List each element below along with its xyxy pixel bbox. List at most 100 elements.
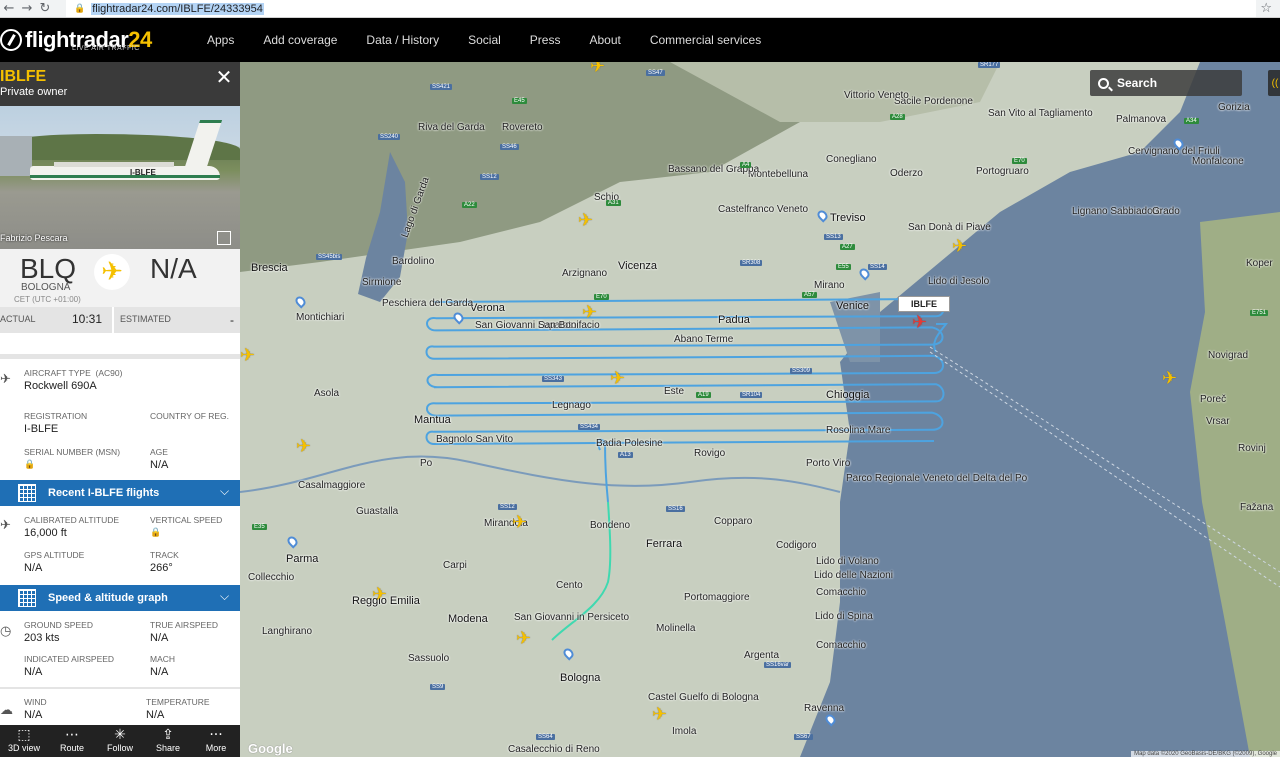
place-label: Chioggia xyxy=(826,389,870,401)
place-label: Rovereto xyxy=(502,122,543,133)
place-label: Gorizia xyxy=(1218,102,1250,113)
url-text[interactable]: flightradar24.com/IBLFE/24333954 xyxy=(91,2,264,15)
address-bar[interactable]: 🔒 flightradar24.com/IBLFE/24333954 xyxy=(66,0,1256,17)
road-shield: SS9 xyxy=(430,684,446,690)
place-label: Padua xyxy=(718,314,750,326)
road-shield: E751 xyxy=(1250,310,1269,316)
aircraft-icon[interactable]: ✈ xyxy=(578,212,593,230)
speed-altitude-graph-title: Speed & altitude graph xyxy=(48,592,168,604)
origin-code[interactable]: BLQ xyxy=(20,253,76,285)
back-icon[interactable]: ← xyxy=(0,0,18,18)
nav-commercial-services[interactable]: Commercial services xyxy=(650,33,761,47)
road-shield: A27 xyxy=(840,244,855,250)
place-label: Argenta xyxy=(744,650,780,661)
radar-icon[interactable]: (( xyxy=(1268,70,1280,96)
nav-apps[interactable]: Apps xyxy=(207,33,234,47)
road-shield: SS16var xyxy=(764,662,792,668)
road-shield: A34 xyxy=(1184,118,1199,124)
3d-view-button[interactable]: ⬚ 3D view xyxy=(0,725,48,757)
road-shield: A31 xyxy=(606,200,621,206)
nav-social[interactable]: Social xyxy=(468,33,501,47)
origin-name: BOLOGNA xyxy=(21,282,71,293)
altitude-side-icon: ✈ xyxy=(0,518,11,533)
share-button[interactable]: ⇪ Share xyxy=(144,725,192,757)
place-label: Lido di Jesolo xyxy=(928,276,990,287)
speed-altitude-graph-section[interactable]: Speed & altitude graph ⌵ xyxy=(0,585,240,611)
panel-header: IBLFE Private owner ✕ xyxy=(0,62,240,106)
aircraft-icon[interactable]: ✈ xyxy=(1162,370,1177,388)
map[interactable]: Verona Vicenza Padua Venice Treviso Bolo… xyxy=(240,62,1280,757)
road-shield: E35 xyxy=(252,524,267,530)
place-label: Riva del Garda xyxy=(418,122,485,133)
place-label: Vicenza xyxy=(618,260,657,272)
recent-flights-section[interactable]: Recent I-BLFE flights ⌵ xyxy=(0,480,240,506)
flight-label-tag[interactable]: IBLFE xyxy=(898,296,950,312)
divider xyxy=(0,354,240,359)
road-shield: SR308 xyxy=(740,260,763,266)
lock-icon: 🔒 xyxy=(74,3,86,13)
aircraft-icon[interactable]: ✈ xyxy=(516,630,531,648)
road-shield: SS421 xyxy=(430,84,453,90)
route-summary: BLQ BOLOGNA CET (UTC +01:00) ✈ N/A xyxy=(0,249,240,307)
aircraft-icon[interactable]: ✈ xyxy=(582,304,597,322)
calibrated-altitude-label: CALIBRATED ALTITUDE xyxy=(24,515,120,525)
follow-button[interactable]: ✳ Follow xyxy=(96,725,144,757)
aircraft-icon[interactable]: ✈ xyxy=(652,706,667,724)
road-shield: SS64 xyxy=(536,734,555,740)
calendar-icon xyxy=(18,484,36,502)
speed-side-icon: ◷ xyxy=(0,624,12,639)
nav-press[interactable]: Press xyxy=(530,33,561,47)
place-label: Molinella xyxy=(656,623,696,634)
place-label: Peschiera del Garda xyxy=(382,298,474,309)
place-label: Novigrad xyxy=(1208,350,1249,361)
gps-altitude-label: GPS ALTITUDE xyxy=(24,550,85,560)
aircraft-icon[interactable]: ✈ xyxy=(610,370,625,388)
road-shield: A19 xyxy=(696,392,711,398)
lock-icon[interactable]: 🔒 xyxy=(150,527,161,538)
route-button[interactable]: ⋯ Route xyxy=(48,725,96,757)
place-label: Pordenone xyxy=(924,96,973,107)
nav-data-history[interactable]: Data / History xyxy=(366,33,439,47)
lock-icon[interactable]: 🔒 xyxy=(24,459,35,470)
aircraft-icon[interactable]: ✈ xyxy=(296,438,311,456)
aircraft-info-panel: IBLFE Private owner ✕ I-BLFE Fabrizio Pe… xyxy=(0,62,240,757)
place-label: Ravenna xyxy=(804,703,845,714)
map-attribution[interactable]: Map data ©2020 GeoBasis-DE/BKG (©2009), … xyxy=(1131,751,1280,757)
search-icon xyxy=(1098,77,1109,89)
place-label: Comacchio xyxy=(816,640,867,651)
aircraft-icon[interactable]: ✈ xyxy=(512,514,527,532)
logo[interactable]: flightradar24 xyxy=(0,22,152,58)
road-shield: E55 xyxy=(836,264,851,270)
registration-value: I-BLFE xyxy=(24,423,59,435)
bookmark-star-icon[interactable]: ☆ xyxy=(1260,1,1272,16)
photo-credit[interactable]: Fabrizio Pescara xyxy=(0,233,68,243)
aircraft-photo[interactable]: I-BLFE Fabrizio Pescara xyxy=(0,106,240,249)
place-label: Castelfranco Veneto xyxy=(718,204,809,215)
place-label: Carpi xyxy=(443,560,467,571)
road-shield: SS13 xyxy=(824,234,843,240)
nav-add-coverage[interactable]: Add coverage xyxy=(263,33,337,47)
road-shield: E45 xyxy=(512,98,527,104)
place-label: Abano Terme xyxy=(674,334,734,345)
place-label: San Donà di Piave xyxy=(908,222,991,233)
place-label: Sirmione xyxy=(362,277,402,288)
aircraft-icon[interactable]: ✈ xyxy=(590,62,605,76)
aircraft-icon[interactable]: ✈ xyxy=(952,238,967,256)
search-button[interactable]: Search xyxy=(1090,70,1242,96)
registration-label: REGISTRATION xyxy=(24,411,88,421)
temperature-label: TEMPERATURE xyxy=(146,697,210,707)
photo-registration: I-BLFE xyxy=(130,168,156,177)
owner: Private owner xyxy=(0,86,68,98)
place-label: Rosolina Mare xyxy=(826,425,891,436)
forward-icon[interactable]: → xyxy=(18,0,36,18)
close-icon[interactable]: ✕ xyxy=(215,67,233,87)
expand-icon[interactable] xyxy=(217,231,231,245)
place-label: Guastalla xyxy=(356,506,399,517)
more-button[interactable]: ··· More xyxy=(192,725,240,757)
selected-aircraft-icon[interactable]: ✈ xyxy=(912,314,927,332)
aircraft-icon[interactable]: ✈ xyxy=(372,586,387,604)
nav-about[interactable]: About xyxy=(589,33,620,47)
place-label: Portogruaro xyxy=(976,166,1029,177)
aircraft-icon[interactable]: ✈ xyxy=(240,347,255,365)
reload-icon[interactable]: ↻ xyxy=(36,0,54,18)
